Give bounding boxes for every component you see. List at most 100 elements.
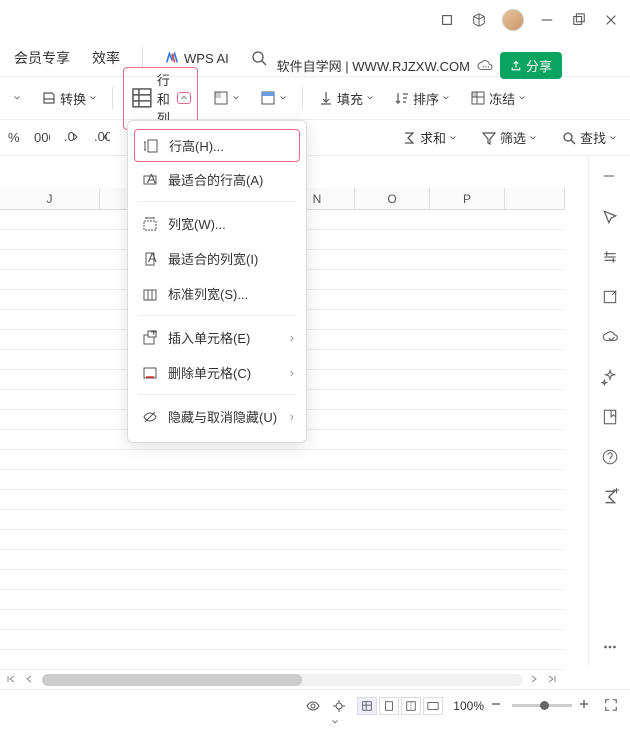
dec-inc[interactable]: .0 [64, 132, 80, 144]
col-header[interactable]: J [0, 188, 100, 209]
std-col-icon [142, 286, 158, 302]
menu-best-col[interactable]: A 最适合的列宽(I) [128, 241, 306, 276]
submenu-arrow-icon: › [290, 330, 294, 345]
separator [138, 315, 296, 316]
freeze-button[interactable]: 冻结 [465, 86, 531, 111]
select-icon[interactable] [601, 208, 619, 226]
bookmark-icon[interactable] [601, 408, 619, 426]
view-read[interactable] [423, 697, 443, 715]
menu-best-row-label: 最适合的行高(A) [168, 170, 263, 189]
filter-icon [481, 130, 497, 146]
scroll-right-icon[interactable] [529, 674, 541, 686]
dropdown-btn[interactable] [8, 91, 26, 105]
menu-std-col[interactable]: 标准列宽(S)... [128, 276, 306, 311]
menu-best-col-label: 最适合的列宽(I) [168, 249, 258, 268]
svg-text:+: + [612, 488, 619, 499]
menu-best-row[interactable]: A 最适合的行高(A) [128, 162, 306, 197]
hide-icon [142, 409, 158, 425]
side-panel: + [588, 156, 630, 666]
zoom-in-icon[interactable] [578, 698, 594, 714]
menu-col-width[interactable]: 列宽(W)... [128, 206, 306, 241]
fullscreen-icon[interactable] [604, 698, 620, 714]
sort-label: 排序 [413, 89, 439, 108]
filter-label: 筛选 [500, 128, 526, 147]
zoom-control: 100% [453, 698, 594, 714]
sum-button[interactable]: 求和 [396, 125, 462, 150]
scroll-thumb[interactable] [42, 674, 302, 686]
formula-icon[interactable]: + [601, 488, 619, 506]
rotate-icon[interactable] [601, 288, 619, 306]
col-header[interactable] [505, 188, 565, 209]
cloud-panel-icon[interactable] [601, 328, 619, 346]
menu-std-col-label: 标准列宽(S)... [168, 284, 248, 303]
menu-delete-cell[interactable]: 删除单元格(C) › [128, 355, 306, 390]
menu-hide[interactable]: 隐藏与取消隐藏(U) › [128, 399, 306, 434]
separator [138, 394, 296, 395]
cube-icon[interactable] [470, 11, 488, 29]
zoom-slider[interactable] [512, 704, 572, 707]
restore-icon[interactable] [438, 11, 456, 29]
cloud-icon[interactable] [476, 59, 494, 73]
menu-col-width-label: 列宽(W)... [168, 214, 226, 233]
zoom-thumb[interactable] [540, 701, 549, 710]
fill-button[interactable]: 填充 [313, 86, 379, 111]
filter-button[interactable]: 筛选 [476, 125, 542, 150]
more-icon[interactable] [601, 638, 619, 656]
status-bar: 100% [0, 689, 630, 721]
menu-insert-cell-label: 插入单元格(E) [168, 328, 250, 347]
share-icon [510, 60, 522, 72]
dec-dec[interactable]: .00 [94, 132, 110, 144]
wpsai-button[interactable]: WPS AI [165, 51, 229, 66]
row-height-icon [143, 138, 159, 154]
worksheet-button[interactable] [208, 87, 245, 109]
help-icon[interactable] [601, 448, 619, 466]
pct-format[interactable]: % [8, 130, 20, 145]
view-page[interactable] [379, 697, 399, 715]
table-style-button[interactable] [255, 87, 292, 109]
zoom-out-icon[interactable] [490, 698, 506, 714]
scroll-track[interactable] [42, 674, 523, 686]
menu-insert-cell[interactable]: + 插入单元格(E) › [128, 320, 306, 355]
close-icon[interactable] [602, 11, 620, 29]
wpsai-logo-icon [165, 51, 179, 65]
scroll-last-icon[interactable] [547, 674, 559, 686]
insert-cell-icon: + [142, 330, 158, 346]
svg-text:A: A [147, 172, 156, 186]
row-col-label: 行和列 [157, 70, 172, 127]
avatar[interactable] [502, 9, 524, 31]
separator [138, 201, 296, 202]
search-icon[interactable] [251, 50, 267, 66]
freeze-label: 冻结 [489, 89, 515, 108]
maximize-icon[interactable] [570, 11, 588, 29]
submenu-arrow-icon: › [290, 365, 294, 380]
minimize-icon[interactable] [538, 11, 556, 29]
svg-text:.00: .00 [94, 132, 110, 144]
collapse-icon[interactable] [601, 168, 619, 186]
view-break[interactable] [401, 697, 421, 715]
zoom-label[interactable]: 100% [453, 699, 484, 713]
delete-cell-icon [142, 365, 158, 381]
col-header[interactable]: P [430, 188, 505, 209]
fill-label: 填充 [337, 89, 363, 108]
col-header[interactable]: O [355, 188, 430, 209]
scroll-first-icon[interactable] [6, 674, 18, 686]
sparkle-icon[interactable] [601, 368, 619, 386]
menu-member[interactable]: 会员专享 [14, 48, 70, 68]
menu-efficiency[interactable]: 效率 [92, 48, 120, 68]
convert-button[interactable]: 转换 [36, 86, 102, 111]
sum-icon [401, 130, 417, 146]
share-button[interactable]: 分享 [500, 52, 562, 79]
eye-icon[interactable] [305, 698, 321, 714]
view-normal[interactable] [357, 697, 377, 715]
sum-label: 求和 [420, 128, 446, 147]
settings-icon[interactable] [601, 248, 619, 266]
scroll-left-icon[interactable] [24, 674, 36, 686]
dec-format-0[interactable]: 000 [34, 132, 50, 144]
menu-row-height[interactable]: 行高(H)... [134, 129, 300, 162]
find-button[interactable]: 查找 [556, 125, 622, 150]
row-col-dropdown: 行高(H)... A 最适合的行高(A) 列宽(W)... A 最适合的列宽(I… [127, 120, 307, 443]
sort-button[interactable]: 排序 [389, 86, 455, 111]
ribbon: 转换 行和列 填充 排序 冻结 [0, 76, 630, 120]
target-icon[interactable] [331, 698, 347, 714]
horizontal-scrollbar[interactable] [0, 669, 565, 689]
